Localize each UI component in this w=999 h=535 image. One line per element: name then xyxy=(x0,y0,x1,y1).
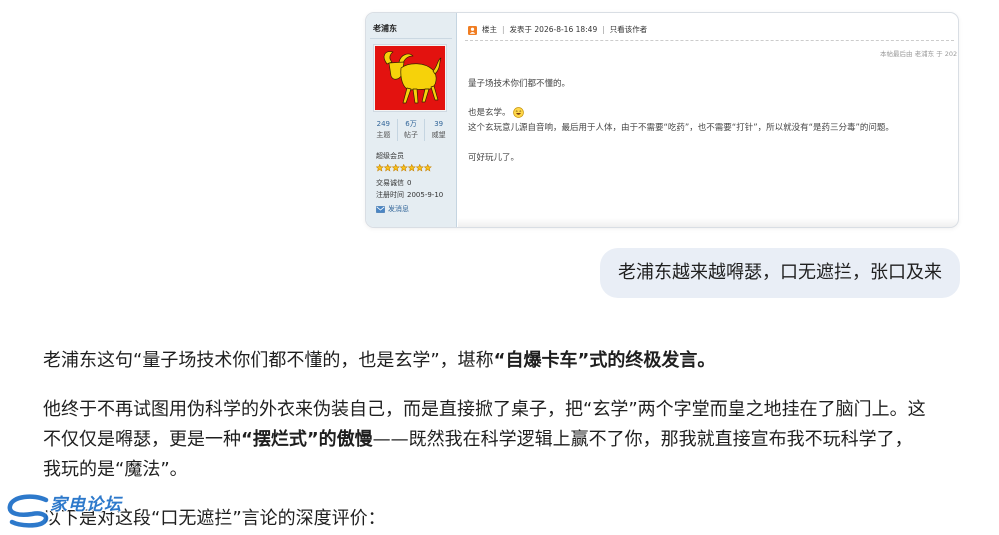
grinning-emoji-icon xyxy=(512,107,524,118)
trade-credit-label: 交易诚信 xyxy=(376,179,404,187)
header-separator: | xyxy=(502,25,505,34)
registration-date: 注册时间 2005-9-10 xyxy=(376,190,443,200)
watermark-text: 家电论坛 xyxy=(50,495,122,515)
answer-paragraph-line: 我玩的是“魔法”。 xyxy=(43,459,188,480)
edit-note: 本帖最后由 老浦东 于 202 xyxy=(880,50,958,58)
trade-credit-value: 0 xyxy=(407,179,412,187)
post-line: 量子场技术你们都不懂的。 xyxy=(468,79,571,89)
author-username: 老浦东 xyxy=(373,24,397,33)
star-icon xyxy=(392,164,400,172)
floor-label: 楼主 xyxy=(482,25,497,34)
answer-bold-text: “摆烂式”的傲慢 xyxy=(241,429,373,450)
answer-intro: 老浦东这句“量子场技术你们都不懂的，也是玄学”，堪称“自爆卡车”式的终极发言。 xyxy=(43,346,715,376)
stat-value: 249 xyxy=(376,120,391,128)
user-message-bubble: 老浦东越来越嘚瑟，口无遮拦，张口及来 xyxy=(600,248,960,298)
envelope-icon xyxy=(376,205,385,213)
send-message-link: 发消息 xyxy=(376,204,409,214)
stat-topics: 249 主题 xyxy=(370,119,397,141)
chat-page: 老浦东 249 主题 6万 帖子 39 威望 超级会员 交易诚信 0 注册时间 … xyxy=(0,0,999,535)
answer-text: 老浦东这句“量子场技术你们都不懂的，也是玄学”，堪称 xyxy=(43,350,494,371)
registration-label: 注册时间 xyxy=(376,191,404,199)
stat-label: 帖子 xyxy=(404,131,418,139)
answer-text: ——既然我在科学逻辑上赢不了你，那我就直接宣布我不玩科学了， xyxy=(372,429,913,450)
star-icon xyxy=(416,164,424,172)
star-icon xyxy=(408,164,416,172)
trade-credit: 交易诚信 0 xyxy=(376,178,411,188)
post-timestamp: 发表于 2026-8-16 18:49 xyxy=(509,25,598,34)
stat-posts: 6万 帖子 xyxy=(396,119,425,141)
stat-value: 39 xyxy=(434,120,444,128)
star-icon xyxy=(376,164,384,172)
registration-value: 2005-9-10 xyxy=(407,191,444,199)
author-avatar xyxy=(375,46,445,110)
post-line-text: 也是玄学。 xyxy=(468,108,511,118)
star-icon xyxy=(424,164,432,172)
header-separator: | xyxy=(602,25,605,34)
author-stats: 249 主题 6万 帖子 39 威望 xyxy=(370,119,452,141)
post-line: 这个玄玩意儿源自音响，最后用于人体，由于不需要“吃药”，也不需要“打针”，所以就… xyxy=(468,123,894,133)
rank-stars xyxy=(376,164,432,172)
post-header: 楼主 | 发表于 2026-8-16 18:49 | 只看该作者 xyxy=(468,25,647,35)
floor-icon xyxy=(468,25,477,35)
site-watermark: 家电论坛 xyxy=(6,492,138,530)
answer-paragraph-line: 他终于不再试图用伪科学的外衣来伪装自己，而是直接掀了桌子，把“玄学”两个字堂而皇… xyxy=(43,399,926,420)
answer-text: 不仅仅是嘚瑟，更是一种 xyxy=(43,429,241,450)
stat-prestige: 39 威望 xyxy=(424,119,452,141)
star-icon xyxy=(384,164,392,172)
shared-forum-screenshot[interactable]: 老浦东 249 主题 6万 帖子 39 威望 超级会员 交易诚信 0 注册时间 … xyxy=(365,12,959,228)
answer-paragraph-line: 不仅仅是嘚瑟，更是一种“摆烂式”的傲慢——既然我在科学逻辑上赢不了你，那我就直接… xyxy=(43,425,913,455)
stat-value: 6万 xyxy=(405,120,417,128)
stat-label: 主题 xyxy=(376,131,391,139)
post-footer xyxy=(458,218,958,227)
post-line: 可好玩儿了。 xyxy=(468,153,520,163)
profile-divider xyxy=(370,38,452,39)
author-profile-panel: 老浦东 249 主题 6万 帖子 39 威望 超级会员 交易诚信 0 注册时间 … xyxy=(366,13,457,227)
star-icon xyxy=(400,164,408,172)
stat-label: 威望 xyxy=(431,131,446,139)
send-message-label: 发消息 xyxy=(388,205,409,213)
author-only-link: 只看该作者 xyxy=(609,25,648,34)
post-divider xyxy=(465,40,954,41)
answer-bold-text: “自爆卡车”式的终极发言。 xyxy=(493,350,716,371)
post-line: 也是玄学。 xyxy=(468,107,524,119)
bull-avatar-icon xyxy=(375,46,445,110)
member-rank: 超级会员 xyxy=(376,152,404,160)
